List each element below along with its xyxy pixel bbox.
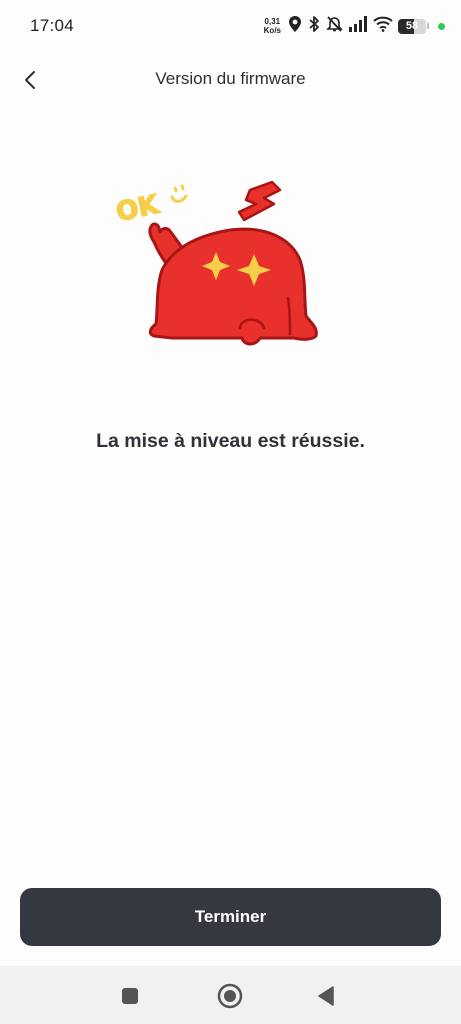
success-message: La mise à niveau est réussie. <box>96 430 365 452</box>
recents-button[interactable] <box>116 982 144 1010</box>
battery-level: 58 <box>405 20 419 32</box>
bluetooth-icon <box>307 15 321 38</box>
ok-text: OK <box>114 190 162 228</box>
net-speed-unit: Ko/s <box>263 26 281 35</box>
battery-icon: 58 <box>398 18 426 34</box>
location-icon <box>288 15 302 38</box>
success-illustration: OK <box>112 178 324 350</box>
privacy-indicator-dot <box>438 22 445 30</box>
recents-square-icon <box>122 988 138 1004</box>
battery-cap <box>427 23 429 29</box>
status-icons: 0,31 Ko/s 58 <box>264 14 445 38</box>
app-header: Version du firmware <box>0 56 461 104</box>
system-back-button[interactable] <box>312 982 340 1010</box>
system-nav-bar <box>0 966 461 1024</box>
status-bar: 17:04 0,31 Ko/s 58 <box>0 0 461 54</box>
status-time: 17:04 <box>30 16 75 35</box>
signal-icon <box>348 15 368 37</box>
wifi-icon <box>373 16 393 37</box>
finish-button[interactable]: Terminer <box>20 888 441 946</box>
home-circle-icon <box>217 983 243 1009</box>
net-speed: 0,31 Ko/s <box>264 17 281 35</box>
home-button[interactable] <box>216 982 244 1010</box>
bell-muted-icon <box>326 15 343 38</box>
page-title: Version du firmware <box>155 69 306 88</box>
net-speed-value: 0,31 <box>264 17 281 26</box>
back-triangle-icon <box>318 986 334 1006</box>
